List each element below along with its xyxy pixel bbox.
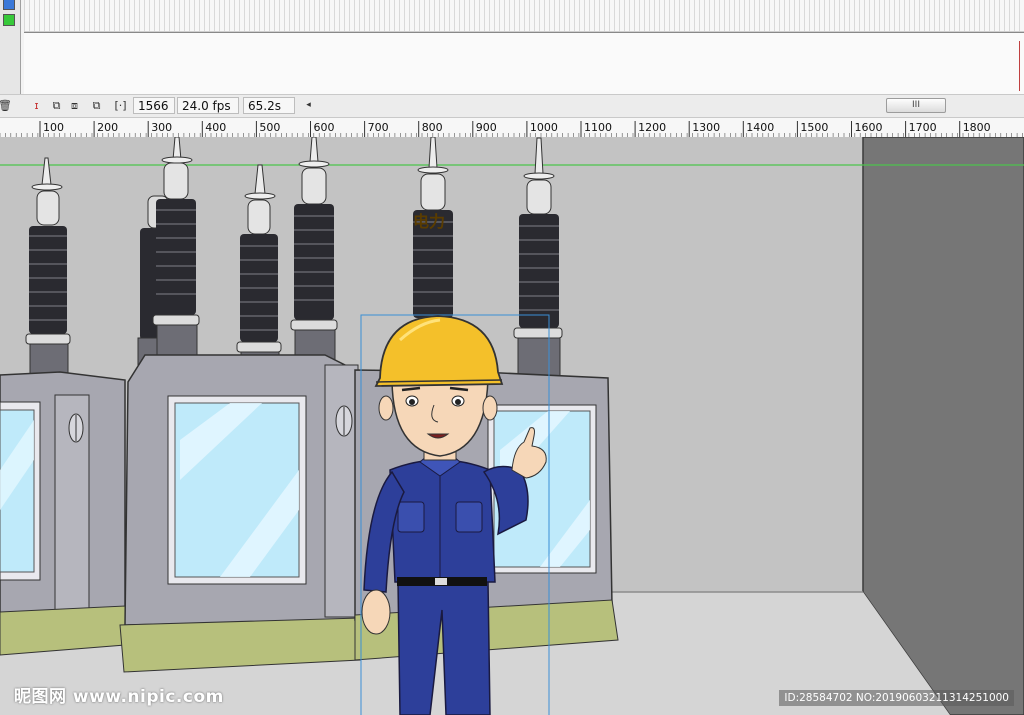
ruler-tick-label: 100	[43, 121, 64, 134]
watermark-right: ID:28584702 NO:20190603211314251000	[779, 690, 1014, 706]
ruler-tick-label: 1700	[909, 121, 937, 134]
frame-area[interactable]	[24, 32, 1024, 95]
timeline-toolbar: 🗑 ɪ ⧉ ⧈ ⧉ [·] 1566 24.0 fps 65.2s ◂ III	[0, 94, 1024, 118]
frame-rate-field[interactable]: 24.0 fps	[177, 97, 239, 114]
ruler-tick-label: 1300	[692, 121, 720, 134]
ruler-tick-label: 800	[422, 121, 443, 134]
horizontal-scrollbar-thumb[interactable]: III	[886, 98, 946, 113]
current-frame-field[interactable]: 1566	[133, 97, 175, 114]
layer-column	[0, 0, 21, 95]
scene-illustration	[0, 137, 1024, 715]
edit-multiple-frames-icon[interactable]: ⧉	[90, 99, 103, 112]
trash-icon[interactable]: 🗑	[0, 99, 12, 112]
ruler-tick-label: 1200	[638, 121, 666, 134]
ruler-tick-label: 500	[259, 121, 280, 134]
center-frame-icon[interactable]: ɪ	[30, 99, 43, 112]
ruler-tick-label: 200	[97, 121, 118, 134]
watermark-left: 昵图网 www.nipic.com	[14, 687, 224, 707]
elapsed-time-field[interactable]: 65.2s	[243, 97, 295, 114]
stage-canvas[interactable]: 电力 昵图网 www.nipic.com ID:28584702 NO:2019…	[0, 137, 1024, 715]
ruler-tick-label: 1100	[584, 121, 612, 134]
ruler-tick-label: 1600	[855, 121, 883, 134]
ruler-tick-label: 700	[368, 121, 389, 134]
cabinet-left	[0, 371, 126, 656]
helmet-label: 电力	[413, 212, 446, 231]
playhead-marker	[1019, 41, 1020, 91]
ruler-tick-label: 400	[205, 121, 226, 134]
ruler-tick-label: 300	[151, 121, 172, 134]
onion-skin-icon[interactable]: ⧉	[50, 99, 63, 112]
modify-markers-icon[interactable]: [·]	[114, 99, 127, 112]
layer-color-swatch-blue[interactable]	[3, 0, 15, 10]
layer-color-swatch-green[interactable]	[3, 14, 15, 26]
timeline-panel: 🗑 ɪ ⧉ ⧈ ⧉ [·] 1566 24.0 fps 65.2s ◂ III	[0, 0, 1024, 118]
layer-frames-row-2[interactable]	[24, 12, 1024, 32]
ruler-tick-label: 600	[314, 121, 335, 134]
ruler-tick-label: 1400	[746, 121, 774, 134]
ruler-tick-label: 1800	[963, 121, 991, 134]
ruler-tick-label: 1000	[530, 121, 558, 134]
onion-skin-outline-icon[interactable]: ⧈	[68, 99, 81, 112]
ruler-tick-label: 900	[476, 121, 497, 134]
horizontal-ruler: 100 200 300 400 500 600 700 800 900 1000 1100 1200 1…	[0, 118, 1024, 138]
ruler-tick-label: 1500	[800, 121, 828, 134]
scroll-left-arrow-icon[interactable]: ◂	[302, 99, 315, 112]
ruler-ticks: 100 200 300 400 500 600 700 800 900 1000 1100 1200 1…	[0, 121, 1023, 137]
